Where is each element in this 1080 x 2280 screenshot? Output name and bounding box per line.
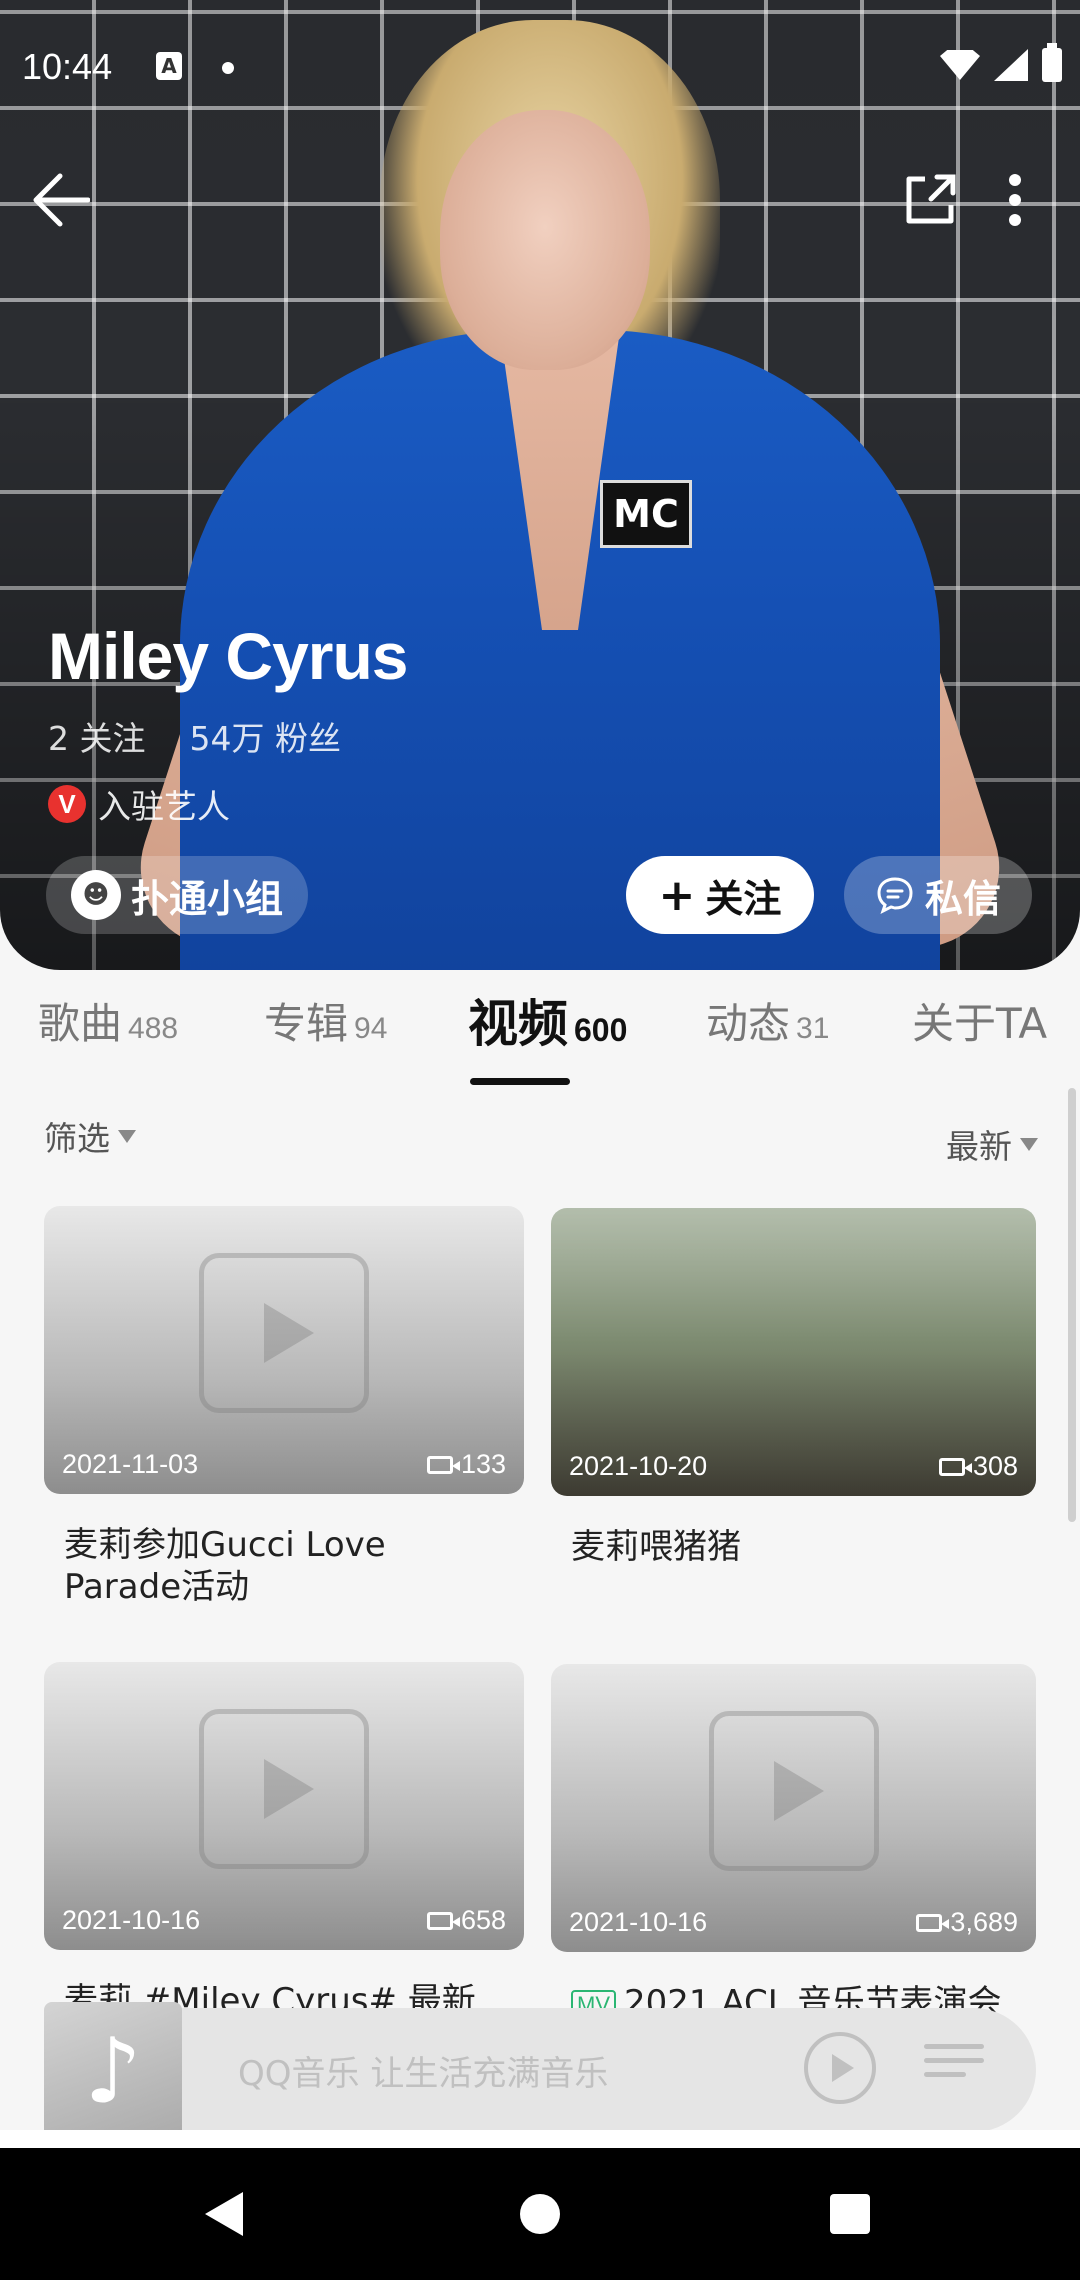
play-button[interactable]: [804, 2032, 876, 2104]
chat-bubble-icon: [877, 877, 913, 914]
video-date: 2021-11-03: [62, 1449, 199, 1479]
artist-name: Miley Cyrus: [48, 619, 408, 693]
verified-artist-label: V 入驻艺人: [48, 780, 230, 828]
tab-count: 94: [354, 1012, 388, 1045]
video-views: 133: [426, 1449, 506, 1480]
playlist-icon: [924, 2044, 984, 2049]
video-views: 3,689: [916, 1907, 1018, 1938]
video-thumbnail[interactable]: 2021-10-16 3,689: [551, 1664, 1036, 1952]
tab-count: 31: [796, 1012, 830, 1045]
play-placeholder-icon: [199, 1708, 369, 1869]
tab-albums[interactable]: 专辑 94: [264, 990, 387, 1051]
tab-label: 动态: [706, 999, 791, 1048]
video-camera-icon: [916, 1913, 950, 1932]
status-icons: [940, 43, 1062, 82]
view-count: 658: [460, 1905, 506, 1935]
video-title[interactable]: 麦莉参加Gucci Love Parade活动: [64, 1524, 504, 1608]
back-button[interactable]: [20, 160, 100, 240]
video-card[interactable]: 2021-10-16 3,689 MV 2021 ACL 音乐节表演会: [551, 1664, 1036, 2024]
tab-moments[interactable]: 动态 31: [706, 990, 829, 1051]
nav-back-icon[interactable]: [205, 2192, 243, 2236]
tab-count: 488: [128, 1012, 179, 1045]
video-date: 2021-10-20: [569, 1451, 708, 1481]
artist-photo-patch: MC: [600, 480, 692, 548]
tab-songs[interactable]: 歌曲 488: [38, 990, 178, 1051]
video-camera-icon: [938, 1457, 972, 1476]
signal-icon: [994, 49, 1028, 81]
tab-label: 视频: [468, 995, 568, 1053]
scrollbar[interactable]: [1068, 1088, 1076, 1522]
video-card[interactable]: 2021-10-16 658 麦莉 #Miley Cyrus# 最新: [44, 1662, 524, 2022]
video-thumbnail[interactable]: 2021-10-20 308: [551, 1208, 1036, 1496]
play-placeholder-icon: [708, 1710, 879, 1871]
fan-group-label: 扑通小组: [130, 876, 283, 921]
dropdown-caret-icon: [1020, 1137, 1038, 1151]
tab-label: 专辑: [264, 999, 349, 1048]
video-card[interactable]: 2021-11-03 133 麦莉参加Gucci Love Parade活动: [44, 1206, 524, 1608]
sort-dropdown[interactable]: 最新: [946, 1120, 1038, 1168]
share-button[interactable]: [890, 160, 970, 240]
video-camera-icon: [426, 1911, 460, 1930]
video-views: 658: [426, 1905, 506, 1936]
more-vertical-icon: [1009, 174, 1021, 226]
filter-dropdown[interactable]: 筛选: [44, 1112, 136, 1160]
share-icon: [906, 174, 956, 224]
view-count: 3,689: [950, 1907, 1018, 1937]
dropdown-caret-icon: [118, 1129, 136, 1143]
tab-videos[interactable]: 视频 600: [468, 984, 627, 1056]
album-art[interactable]: ♪: [44, 2002, 182, 2140]
status-bar: 10:44 A: [0, 0, 1080, 130]
message-button[interactable]: 私信: [844, 856, 1032, 934]
sort-label: 最新: [946, 1127, 1012, 1166]
music-note-icon: ♪: [84, 2018, 142, 2124]
status-time: 10:44: [22, 46, 113, 87]
tab-count: 600: [574, 1012, 628, 1048]
verified-badge-icon: V: [48, 785, 86, 823]
back-arrow-icon: [33, 173, 90, 227]
playlist-button[interactable]: [924, 2044, 984, 2094]
video-thumbnail[interactable]: 2021-10-16 658: [44, 1662, 524, 1950]
follow-label: 关注: [705, 876, 782, 921]
play-icon: [832, 2054, 854, 2082]
mini-player[interactable]: ♪ QQ音乐 让生活充满音乐: [44, 2002, 1036, 2140]
player-slogan: QQ音乐 让生活充满音乐: [238, 2054, 609, 2094]
group-icon: ☻: [70, 870, 121, 920]
battery-icon: [1042, 43, 1062, 82]
filter-label: 筛选: [44, 1119, 110, 1158]
message-label: 私信: [924, 876, 1001, 921]
video-date: 2021-10-16: [62, 1905, 201, 1935]
active-tab-indicator: [470, 1078, 570, 1085]
fan-group-button[interactable]: ☻ 扑通小组: [46, 856, 308, 934]
plus-icon: +: [658, 869, 696, 921]
video-date: 2021-10-16: [569, 1907, 708, 1937]
notification-icon: A: [156, 52, 182, 80]
nav-home-icon[interactable]: [520, 2194, 560, 2234]
more-options-button[interactable]: [985, 160, 1045, 240]
play-placeholder-icon: [199, 1252, 369, 1413]
verified-text: 入驻艺人: [98, 787, 230, 826]
system-nav-bar: [0, 2148, 1080, 2280]
bottom-spacer: [0, 2130, 1080, 2150]
tab-about[interactable]: 关于TA: [912, 990, 1047, 1051]
nav-recents-icon[interactable]: [830, 2194, 870, 2234]
following-count[interactable]: 2 关注: [48, 712, 146, 760]
artist-photo-face: [440, 110, 650, 370]
view-count: 133: [460, 1449, 506, 1479]
artist-stats: 2 关注 54万 粉丝: [48, 712, 341, 760]
video-title[interactable]: 麦莉喂猪猪: [571, 1526, 1016, 1568]
follow-button[interactable]: + 关注: [626, 856, 814, 934]
notification-dot-icon: [222, 62, 234, 74]
video-thumbnail[interactable]: 2021-11-03 133: [44, 1206, 524, 1494]
artist-hero: MC 10:44 A Miley Cyrus 2 关注 54万 粉丝 V 入驻艺…: [0, 0, 1080, 970]
tab-label: 歌曲: [38, 999, 123, 1048]
video-views: 308: [938, 1451, 1018, 1482]
video-card[interactable]: 2021-10-20 308 麦莉喂猪猪: [551, 1208, 1036, 1568]
tab-label: 关于TA: [912, 999, 1048, 1048]
view-count: 308: [972, 1451, 1018, 1481]
wifi-icon: [940, 50, 980, 80]
fans-count[interactable]: 54万 粉丝: [190, 712, 341, 760]
video-camera-icon: [426, 1455, 460, 1474]
